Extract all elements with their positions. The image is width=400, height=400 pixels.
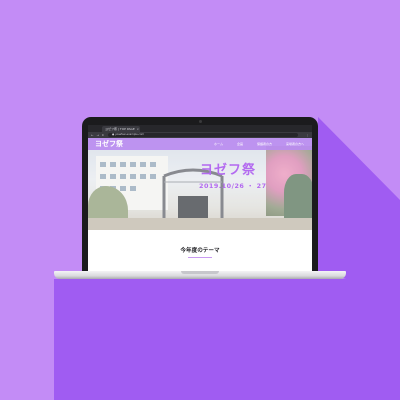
laptop-lid: ヨゼフ祭 | TOP PAGE × ← → C ● yosefsai.examp… xyxy=(82,117,318,271)
section-title-underline xyxy=(188,257,212,258)
nav-item-parents[interactable]: 保護者の方 xyxy=(257,138,272,150)
site-nav: ホーム 企画 保護者の方 来場者の方へ xyxy=(214,138,304,150)
hero-title: ヨゼフ祭 xyxy=(200,163,257,178)
nav-item-home[interactable]: ホーム xyxy=(214,138,223,150)
url-input[interactable]: ● yosefsai.example.com xyxy=(108,133,298,137)
webcam-icon xyxy=(199,120,202,123)
browser-tabbar: ヨゼフ祭 | TOP PAGE × xyxy=(88,125,312,142)
nav-item-events[interactable]: 企画 xyxy=(237,138,243,150)
web-page: ヨゼフ祭 2019.10/26 ・ 27 ヨゼフ祭 ホーム 企画 保護者の方 来… xyxy=(88,138,312,271)
laptop-notch xyxy=(181,271,219,274)
section-title: 今年度のテーマ xyxy=(180,248,220,254)
laptop-screen: ヨゼフ祭 | TOP PAGE × ← → C ● yosefsai.examp… xyxy=(88,125,312,271)
site-logo[interactable]: ヨゼフ祭 xyxy=(95,139,123,149)
hero-date: 2019.10/26 ・ 27 xyxy=(199,182,267,190)
tab-title: ヨゼフ祭 | TOP PAGE xyxy=(105,127,135,131)
site-header: ヨゼフ祭 ホーム 企画 保護者の方 来場者の方へ xyxy=(88,138,312,150)
hero-banner: ヨゼフ祭 2019.10/26 ・ 27 xyxy=(88,138,312,230)
laptop-base xyxy=(54,271,346,279)
nav-item-visitors[interactable]: 来場者の方へ xyxy=(286,138,304,150)
